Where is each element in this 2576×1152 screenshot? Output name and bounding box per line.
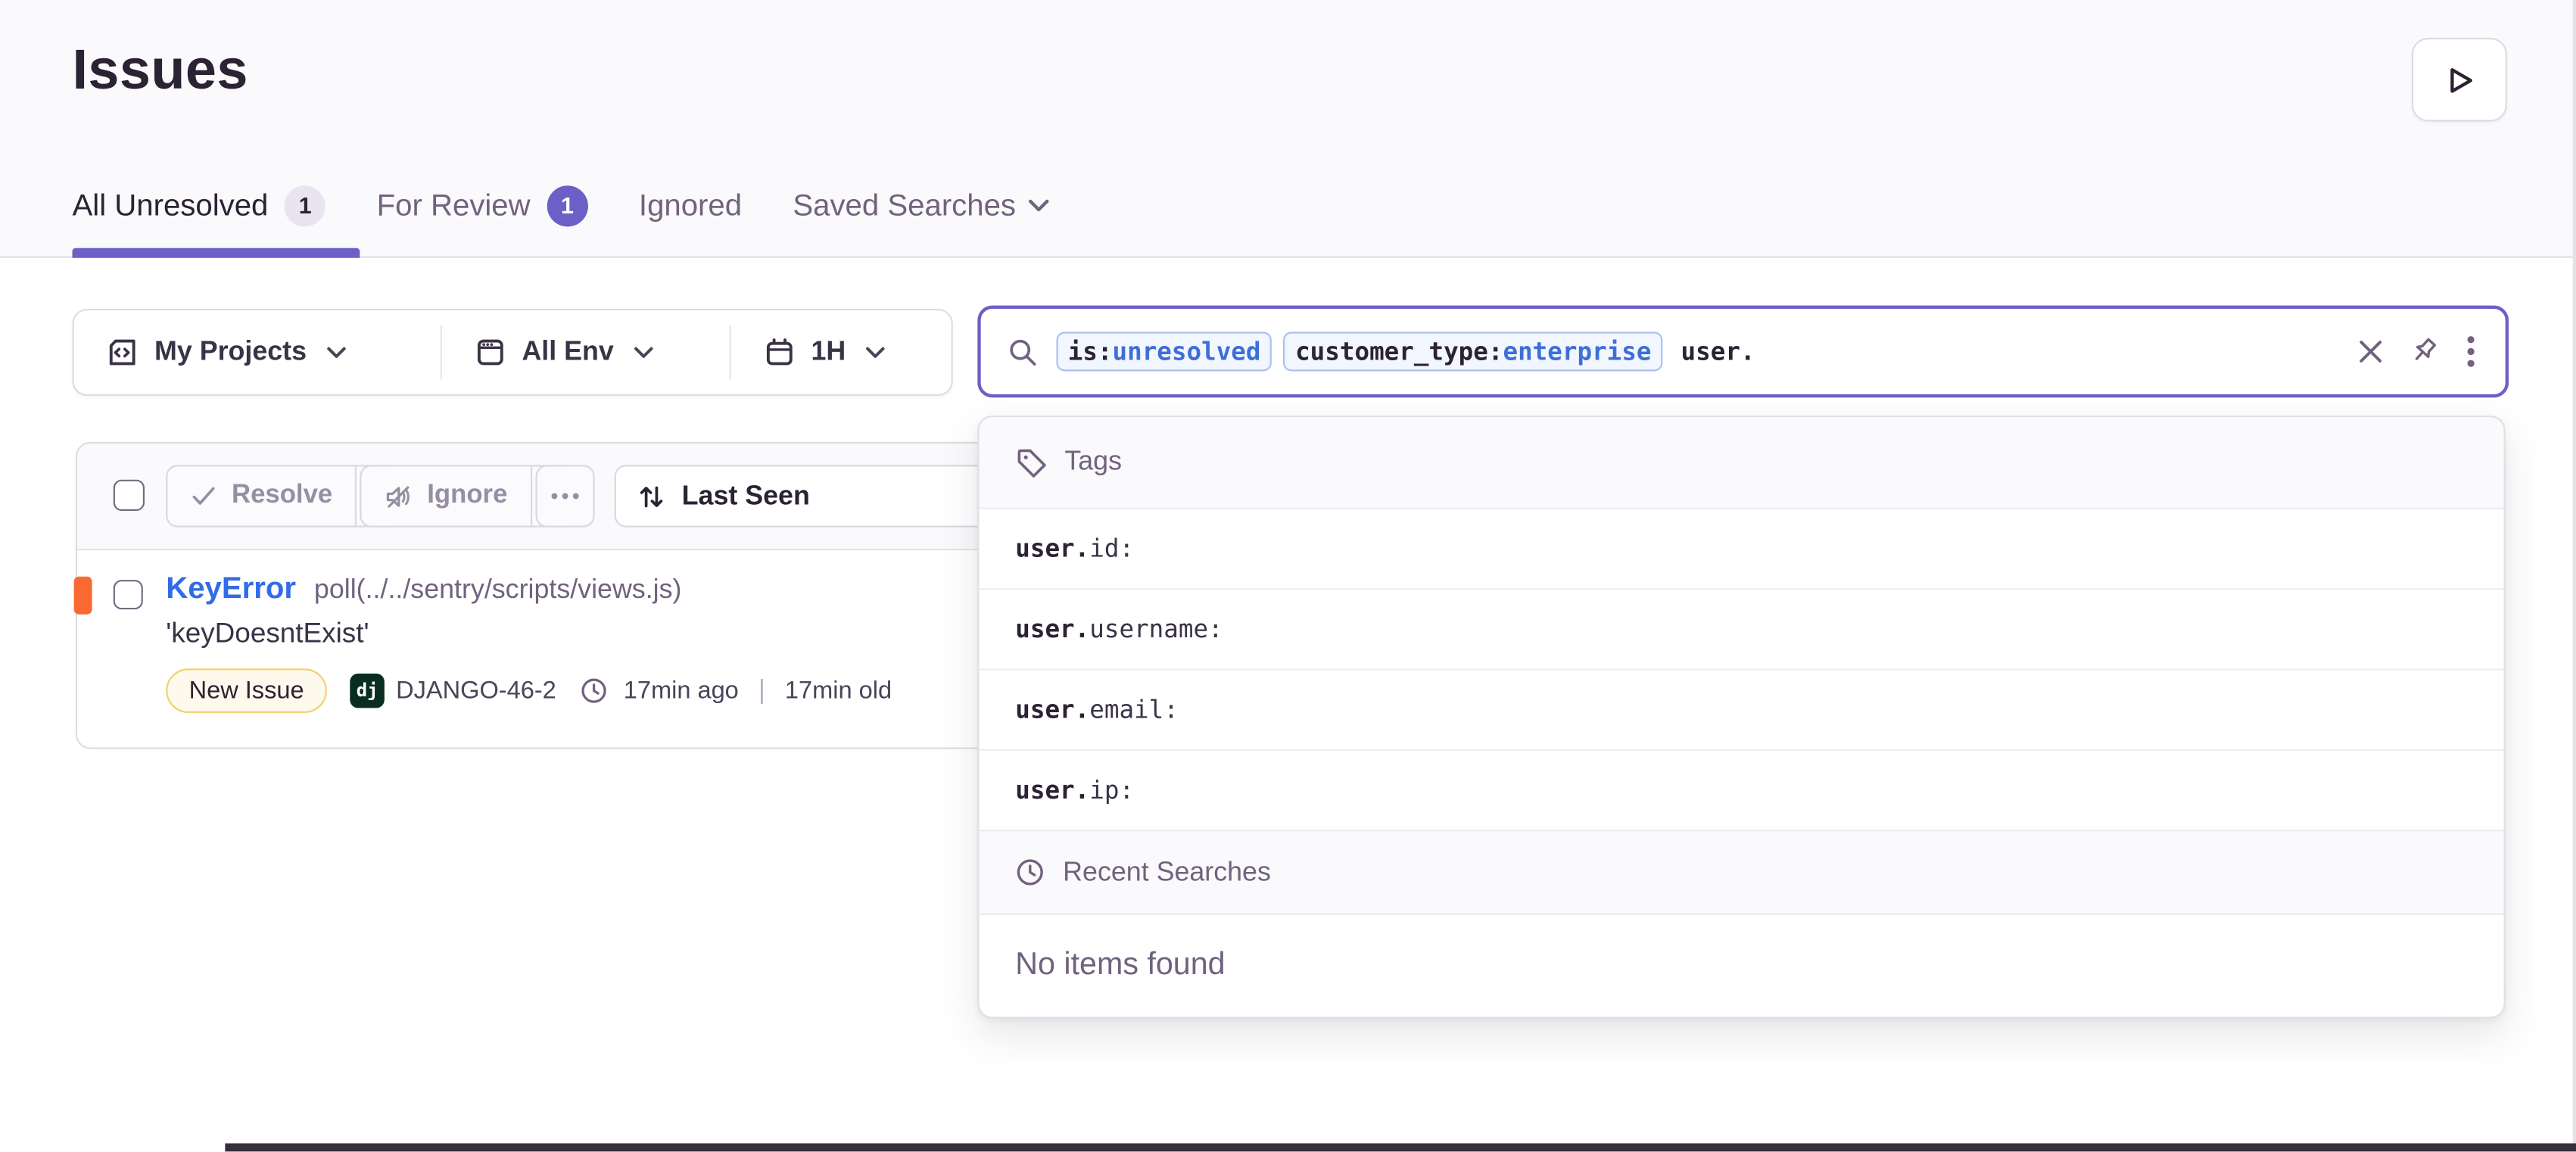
search-token-key: customer_type: [1295, 337, 1503, 366]
tab-ignored[interactable]: Ignored [639, 187, 742, 223]
project-slug[interactable]: DJANGO-46-2 [396, 677, 556, 705]
tags-section-header: Tags [979, 417, 2503, 509]
clock-icon [579, 677, 607, 705]
tag-rest-text: ip: [1089, 775, 1134, 805]
sort-by-button[interactable]: Last Seen [615, 465, 1006, 527]
ignore-button[interactable]: Ignore [361, 466, 530, 525]
recent-searches-section-header: Recent Searches [979, 830, 2503, 915]
resolve-button-label: Resolve [232, 481, 332, 511]
select-all-checkbox[interactable] [114, 480, 145, 511]
clear-search-icon[interactable] [2357, 338, 2384, 365]
tag-rest-text: username: [1089, 615, 1223, 644]
no-items-found-message: No items found [979, 915, 2503, 1017]
project-filter-label: My Projects [154, 337, 307, 368]
page-header: Issues All Unresolved 1 For Review 1 Ign… [0, 0, 2576, 258]
search-icon [1007, 336, 1038, 367]
tab-saved-searches-label: Saved Searches [793, 187, 1016, 223]
chevron-down-icon [1029, 198, 1050, 213]
replay-play-button[interactable] [2412, 38, 2507, 122]
issues-page: Issues All Unresolved 1 For Review 1 Ign… [0, 0, 2576, 1151]
tab-all-unresolved[interactable]: All Unresolved 1 [72, 185, 326, 226]
calendar-icon [764, 337, 795, 368]
clock-icon [1015, 858, 1045, 887]
tag-rest-text: id: [1089, 534, 1134, 563]
page-title: Issues [72, 39, 248, 104]
recent-searches-label: Recent Searches [1063, 857, 1271, 888]
date-range-filter-label: 1H [811, 337, 846, 368]
pin-search-icon[interactable] [2410, 337, 2440, 366]
issue-tabs: All Unresolved 1 For Review 1 Ignored Sa… [72, 174, 1101, 236]
issue-checkbox[interactable] [114, 580, 143, 609]
tag-suggestion-user-ip[interactable]: user.ip: [979, 751, 2503, 831]
page-filter-bar: My Projects All Env 1H [72, 309, 952, 396]
tab-all-unresolved-count: 1 [285, 185, 326, 226]
meta-separator: | [758, 676, 765, 705]
django-project-icon: dj [350, 674, 385, 708]
tab-for-review-label: For Review [377, 187, 531, 223]
environment-icon [475, 337, 506, 368]
tag-match-text: user. [1015, 695, 1089, 724]
tag-rest-text: email: [1089, 695, 1179, 724]
play-icon [2443, 64, 2475, 96]
tab-saved-searches[interactable]: Saved Searches [793, 187, 1050, 223]
tag-match-text: user. [1015, 775, 1089, 805]
tag-icon [1015, 447, 1046, 478]
environment-filter-label: All Env [522, 337, 613, 368]
issue-title-link[interactable]: KeyError [166, 570, 296, 606]
tag-match-text: user. [1015, 534, 1089, 563]
environment-filter-button[interactable]: All Env [441, 310, 729, 394]
tab-for-review[interactable]: For Review 1 [377, 185, 588, 226]
chevron-down-icon [326, 346, 346, 359]
search-suggestions-dropdown: Tags user.id: user.username: user.email:… [977, 416, 2505, 1019]
issue-search-input[interactable]: is:unresolved customer_type:enterprise u… [977, 306, 2509, 398]
ellipsis-icon [550, 491, 580, 501]
tag-match-text: user. [1015, 615, 1089, 644]
chevron-down-icon [634, 346, 653, 359]
new-issue-badge: New Issue [166, 668, 327, 713]
project-filter-button[interactable]: My Projects [74, 310, 440, 394]
tag-suggestion-user-id[interactable]: user.id: [979, 509, 2503, 590]
more-actions-button[interactable] [536, 465, 595, 527]
sort-by-label: Last Seen [682, 481, 810, 512]
project-icon [107, 337, 138, 368]
ignore-button-label: Ignore [427, 481, 507, 511]
issue-age: 17min old [785, 677, 892, 705]
search-token-customer-type[interactable]: customer_type:enterprise [1284, 332, 1663, 371]
chevron-down-icon [865, 346, 885, 359]
mute-icon [385, 482, 413, 510]
below-fold-dark-edge [225, 1144, 2576, 1152]
check-icon [191, 483, 217, 509]
active-tab-underline [72, 248, 360, 258]
search-query-text[interactable]: user. [1681, 337, 1755, 366]
tab-for-review-count: 1 [547, 185, 587, 226]
issue-last-seen: 17min ago [624, 677, 739, 705]
search-token-status[interactable]: is:unresolved [1057, 332, 1272, 371]
search-actions [2357, 335, 2479, 368]
issue-level-indicator [74, 577, 92, 615]
tag-suggestion-user-email[interactable]: user.email: [979, 670, 2503, 750]
search-menu-kebab-icon[interactable] [2466, 335, 2476, 368]
search-token-key: is: [1068, 337, 1113, 366]
issue-culprit: poll(../../sentry/scripts/views.js) [314, 575, 682, 606]
resolve-button[interactable]: Resolve [167, 466, 355, 525]
search-token-value: enterprise [1503, 337, 1651, 366]
tag-suggestion-user-username[interactable]: user.username: [979, 590, 2503, 670]
window-right-edge [2573, 0, 2576, 1151]
sort-arrows-icon [637, 482, 665, 510]
date-range-filter-button[interactable]: 1H [730, 310, 951, 394]
search-token-value: unresolved [1112, 337, 1260, 366]
tab-ignored-label: Ignored [639, 187, 742, 223]
tab-all-unresolved-label: All Unresolved [72, 187, 268, 223]
tags-section-label: Tags [1064, 447, 1122, 478]
